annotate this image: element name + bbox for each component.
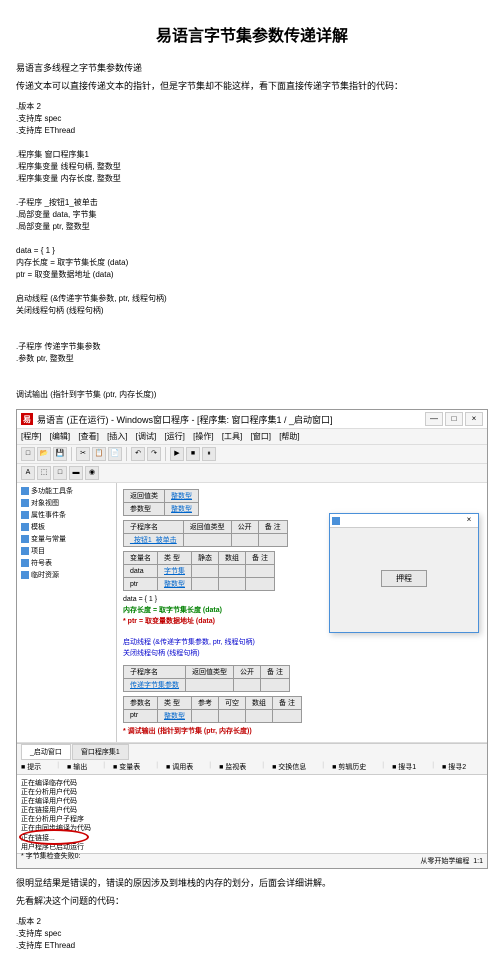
- folder-icon: [21, 547, 29, 555]
- tool-save[interactable]: 💾: [53, 447, 67, 461]
- var-table: 变量名 类 型 静态 数组 备 注 data字节集 ptr整数型: [123, 551, 275, 591]
- tool-run[interactable]: ▶: [170, 447, 184, 461]
- menubar: [程序] [编辑] [查看] [插入] [调试] [运行] [操作] [工具] …: [17, 429, 487, 445]
- popup-button[interactable]: 押程: [381, 570, 427, 587]
- output-line: * 字节集检查失败0:: [21, 852, 483, 861]
- tree-item[interactable]: 临时资源: [19, 569, 114, 581]
- bottom-tab-search2[interactable]: ■ 搜寻2: [442, 762, 474, 772]
- tool-e[interactable]: ◉: [85, 466, 99, 480]
- outro-1: 很明显结果是错误的，错误的原因涉及到堆栈的内存的划分，后面会详细讲解。: [16, 877, 488, 891]
- tree-item[interactable]: 符号表: [19, 557, 114, 569]
- tool-stop[interactable]: ■: [186, 447, 200, 461]
- output-line: 正在分析用户子程序: [21, 815, 483, 824]
- tool-open[interactable]: 📂: [37, 447, 51, 461]
- ide-window: 易 易语言 (正在运行) - Windows窗口程序 - [程序集: 窗口程序集…: [16, 409, 488, 869]
- menu-view[interactable]: [查看]: [78, 432, 98, 441]
- tool-paste[interactable]: 📄: [108, 447, 122, 461]
- bottom-tab-hint[interactable]: ■ 提示: [21, 762, 49, 772]
- output-line: 正在编译临存代码: [21, 779, 483, 788]
- menu-run[interactable]: [运行]: [164, 432, 184, 441]
- menu-edit[interactable]: [编辑]: [50, 432, 70, 441]
- output-panel: 正在编译临存代码 正在分析用户代码 正在编译用户代码 正在链接用户代码 正在分析…: [17, 775, 487, 853]
- popup-close-button[interactable]: ×: [462, 515, 476, 527]
- output-line: 正在编译用户代码: [21, 797, 483, 806]
- output-line: 正在由同步编译为代码: [21, 824, 483, 833]
- left-panel: 多功能工具条 对象视图 属性事件条 模板 变量与常量 项目 符号表 临时资源: [17, 483, 117, 742]
- tool-new[interactable]: □: [21, 447, 35, 461]
- tool-undo[interactable]: ↶: [131, 447, 145, 461]
- menu-tools[interactable]: [工具]: [222, 432, 242, 441]
- intro-1: 易语言多线程之字节集参数传递: [16, 62, 488, 76]
- tree-item[interactable]: 对象视图: [19, 497, 114, 509]
- toolbar-2: A ⬚ □ ▬ ◉: [17, 464, 487, 483]
- output-line: 正在链接...: [21, 834, 483, 843]
- folder-icon: [21, 499, 29, 507]
- outro-2: 先看解决这个问题的代码：: [16, 895, 488, 909]
- menu-operation[interactable]: [操作]: [193, 432, 213, 441]
- output-line: 用户程序已启动运行: [21, 843, 483, 852]
- bottom-tab-clip[interactable]: ■ 剪辑历史: [332, 762, 374, 772]
- menu-window[interactable]: [窗口]: [251, 432, 271, 441]
- ret-type-table: 返回值类整数型 参数型整数型: [123, 489, 199, 516]
- program-popup: × 押程: [329, 513, 479, 633]
- tree-item[interactable]: 变量与常量: [19, 533, 114, 545]
- page-title: 易语言字节集参数传递详解: [16, 22, 488, 46]
- menu-insert[interactable]: [插入]: [107, 432, 127, 441]
- tool-c[interactable]: □: [53, 466, 67, 480]
- toolbar-1: □ 📂 💾 ✂ 📋 📄 ↶ ↷ ▶ ■ ⏸: [17, 445, 487, 464]
- tree-item[interactable]: 模板: [19, 521, 114, 533]
- code-block-2: .版本 2 .支持库 spec .支持库 EThread: [16, 916, 488, 952]
- folder-icon: [21, 571, 29, 579]
- folder-icon: [21, 559, 29, 567]
- bottom-tab-search1[interactable]: ■ 搜寻1: [392, 762, 424, 772]
- intro-2: 传递文本可以直接传递文本的指针，但是字节集却不能这样，看下面直接传递字节集指针的…: [16, 80, 488, 94]
- bottom-tab-vars[interactable]: ■ 变量表: [113, 762, 148, 772]
- code-block-1: .版本 2 .支持库 spec .支持库 EThread .程序集 窗口程序集1…: [16, 101, 488, 401]
- editor-tabs: _启动窗口 窗口程序集1: [17, 743, 487, 760]
- menu-program[interactable]: [程序]: [21, 432, 41, 441]
- tool-pause[interactable]: ⏸: [202, 447, 216, 461]
- code-line: 关闭线程句柄 (线程句柄): [123, 649, 481, 659]
- tree-item[interactable]: 属性事件条: [19, 509, 114, 521]
- tool-redo[interactable]: ↷: [147, 447, 161, 461]
- menu-debug[interactable]: [调试]: [136, 432, 156, 441]
- tree-item[interactable]: 多功能工具条: [19, 485, 114, 497]
- sub-header-table: 子程序名 返回值类型 公开 备 注 _按钮1_被单击: [123, 520, 288, 547]
- tool-d[interactable]: ▬: [69, 466, 83, 480]
- tool-cut[interactable]: ✂: [76, 447, 90, 461]
- tree-item[interactable]: 项目: [19, 545, 114, 557]
- tab-startup-window[interactable]: _启动窗口: [21, 744, 71, 760]
- output-line: 正在链接用户代码: [21, 806, 483, 815]
- code-line: 启动线程 (&传递字节集参数, ptr, 线程句柄): [123, 638, 481, 648]
- bottom-tab-exchange[interactable]: ■ 交换信息: [272, 762, 314, 772]
- bottom-tabs: ■ 提示 | ■ 输出 | ■ 变量表 | ■ 调用表 | ■ 监视表 | ■ …: [17, 760, 487, 775]
- tab-program-set[interactable]: 窗口程序集1: [72, 744, 129, 760]
- window-title: 易语言 (正在运行) - Windows窗口程序 - [程序集: 窗口程序集1 …: [37, 413, 425, 426]
- minimize-button[interactable]: —: [425, 412, 443, 426]
- folder-icon: [21, 487, 29, 495]
- output-line: 正在分析用户代码: [21, 788, 483, 797]
- close-button[interactable]: ×: [465, 412, 483, 426]
- folder-icon: [21, 523, 29, 531]
- folder-icon: [21, 511, 29, 519]
- folder-icon: [21, 535, 29, 543]
- menu-help[interactable]: [帮助]: [279, 432, 299, 441]
- sub2-header-table: 子程序名 返回值类型 公开 备 注 传递字节集参数: [123, 665, 290, 692]
- tool-a[interactable]: A: [21, 466, 35, 480]
- code-line: * 调试输出 (指针到字节集 (ptr, 内存长度)): [123, 727, 481, 737]
- code-editor[interactable]: 返回值类整数型 参数型整数型 子程序名 返回值类型 公开 备 注 _按钮1_被单…: [117, 483, 487, 742]
- tool-b[interactable]: ⬚: [37, 466, 51, 480]
- bottom-tab-calls[interactable]: ■ 调用表: [166, 762, 201, 772]
- app-icon: 易: [21, 413, 33, 425]
- maximize-button[interactable]: □: [445, 412, 463, 426]
- param-table: 参数名 类 型 参考 可空 数组 备 注 ptr整数型: [123, 696, 302, 723]
- bottom-tab-watch[interactable]: ■ 监视表: [219, 762, 254, 772]
- ide-titlebar: 易 易语言 (正在运行) - Windows窗口程序 - [程序集: 窗口程序集…: [17, 410, 487, 429]
- popup-icon: [332, 517, 340, 525]
- tool-copy[interactable]: 📋: [92, 447, 106, 461]
- bottom-tab-output[interactable]: ■ 输出: [67, 762, 95, 772]
